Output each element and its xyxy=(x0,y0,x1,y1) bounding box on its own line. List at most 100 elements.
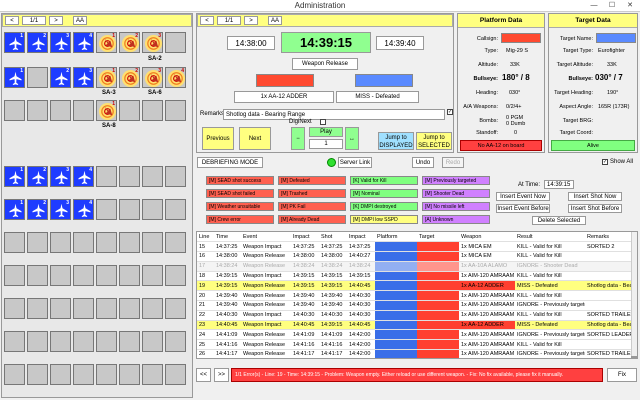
fix-button[interactable]: Fix xyxy=(607,368,637,382)
log-header-cell[interactable]: Target xyxy=(417,232,459,243)
close-button[interactable]: ✕ xyxy=(621,0,639,11)
debriefing-mode-button[interactable]: DEBRIEFING MODE xyxy=(197,157,263,168)
result-flag-button[interactable]: [M] DMPI low SSPD xyxy=(350,215,418,224)
log-row[interactable]: 16 14:38:00 Weapon Release 14:38:00 14:38:00… xyxy=(197,251,631,262)
friendly-aircraft-cell[interactable]: 2 xyxy=(50,67,71,88)
empty-cell[interactable] xyxy=(73,298,94,319)
insert-shot-before-button[interactable]: Insert Shot Before xyxy=(568,204,622,213)
empty-cell[interactable] xyxy=(50,265,71,286)
result-flag-button[interactable]: [M] Previously targeted xyxy=(422,176,490,185)
log-row[interactable]: 25 14:41:16 Weapon Release 14:41:16 14:41:16… xyxy=(197,339,631,351)
log-header-cell[interactable]: Platform xyxy=(375,232,417,243)
log-header-cell[interactable]: Line xyxy=(197,232,214,243)
play-speed-input[interactable]: 1 xyxy=(309,139,343,149)
show-all-checkbox[interactable]: ✓ xyxy=(602,159,608,165)
empty-cell[interactable] xyxy=(27,67,48,88)
friendly-aircraft-cell[interactable]: 3 xyxy=(50,32,71,53)
empty-cell[interactable] xyxy=(119,364,140,385)
empty-cell[interactable] xyxy=(27,364,48,385)
empty-cell[interactable] xyxy=(73,232,94,253)
empty-cell[interactable] xyxy=(27,298,48,319)
minus-button[interactable]: − xyxy=(291,127,305,150)
log-header-cell[interactable]: Impact xyxy=(347,232,375,243)
result-flag-button[interactable]: [K] DMPI destroyed xyxy=(350,202,418,211)
friendly-aircraft-cell[interactable]: 1 xyxy=(4,199,25,220)
log-header-cell[interactable]: Result xyxy=(515,232,585,243)
empty-cell[interactable] xyxy=(73,364,94,385)
sam-site-cell[interactable]: 1 xyxy=(96,100,117,121)
log-row[interactable]: 23 14:40:45 Weapon Impact 14:40:45 14:39:15 1… xyxy=(197,320,631,331)
empty-cell[interactable] xyxy=(96,298,117,319)
result-flag-button[interactable]: [M] SEAD shot success xyxy=(206,176,274,185)
empty-cell[interactable] xyxy=(50,364,71,385)
friendly-aircraft-cell[interactable]: 1 xyxy=(4,166,25,187)
remarks-check-icon[interactable]: ✓ xyxy=(447,109,453,115)
log-scrollbar[interactable] xyxy=(631,232,637,358)
log-row[interactable]: 24 14:41:09 Weapon Release 14:41:09 14:41:09… xyxy=(197,329,631,341)
empty-cell[interactable] xyxy=(142,364,163,385)
log-row[interactable]: 15 14:37:25 Weapon Impact 14:37:25 14:37:25 1… xyxy=(197,241,631,253)
mid-next-button[interactable]: > xyxy=(244,16,258,25)
friendly-aircraft-cell[interactable]: 4 xyxy=(73,32,94,53)
jump-displayed-button[interactable]: Jump to DISPLAYED xyxy=(378,132,414,150)
result-flag-button[interactable]: [M] PK Fail xyxy=(278,202,346,211)
previous-button[interactable]: Previous xyxy=(202,127,234,150)
empty-cell[interactable] xyxy=(27,232,48,253)
empty-cell[interactable] xyxy=(165,166,186,187)
next-button[interactable]: Next xyxy=(239,127,271,150)
log-header-cell[interactable]: Remarks xyxy=(585,232,631,243)
log-scrollbar-thumb[interactable] xyxy=(631,356,637,358)
empty-cell[interactable] xyxy=(119,100,140,121)
empty-cell[interactable] xyxy=(119,298,140,319)
empty-cell[interactable] xyxy=(142,265,163,286)
empty-cell[interactable] xyxy=(50,100,71,121)
friendly-aircraft-cell[interactable]: 3 xyxy=(50,166,71,187)
result-flag-button[interactable]: [M] Shooter Dead xyxy=(422,189,490,198)
empty-cell[interactable] xyxy=(50,298,71,319)
empty-cell[interactable] xyxy=(165,100,186,121)
delete-selected-button[interactable]: Delete Selected xyxy=(532,216,586,225)
log-header-cell[interactable]: Shot xyxy=(319,232,347,243)
log-row[interactable]: 20 14:39:40 Weapon Release 14:39:40 14:39:40… xyxy=(197,290,631,302)
log-row[interactable]: 26 14:41:17 Weapon Release 14:41:17 14:41:17… xyxy=(197,349,631,358)
result-flag-button[interactable]: [M] Weather unsuitable xyxy=(206,202,274,211)
diginext-checkbox[interactable] xyxy=(320,119,326,125)
empty-cell[interactable] xyxy=(27,331,48,352)
empty-cell[interactable] xyxy=(119,331,140,352)
result-flag-button[interactable]: [A] Unknown xyxy=(422,215,490,224)
friendly-aircraft-cell[interactable]: 4 xyxy=(73,166,94,187)
empty-cell[interactable] xyxy=(4,331,25,352)
friendly-aircraft-cell[interactable]: 2 xyxy=(27,32,48,53)
result-flag-button[interactable]: [M] Already Dead xyxy=(278,215,346,224)
friendly-aircraft-cell[interactable]: 1 xyxy=(4,32,25,53)
friendly-aircraft-cell[interactable]: 4 xyxy=(73,199,94,220)
result-flag-button[interactable]: [M] Trashed xyxy=(278,189,346,198)
sam-site-cell[interactable]: 1 xyxy=(96,67,117,88)
server-link-button[interactable]: Server Link xyxy=(338,157,372,168)
maximize-button[interactable]: ☐ xyxy=(603,0,621,11)
empty-cell[interactable] xyxy=(165,232,186,253)
empty-cell[interactable] xyxy=(96,232,117,253)
empty-cell[interactable] xyxy=(96,265,117,286)
remarks-input[interactable]: Shotlog data - Bearing Range xyxy=(223,109,445,120)
left-prev-button[interactable]: < xyxy=(5,16,19,25)
insert-shot-now-button[interactable]: Insert Shot Now xyxy=(568,192,622,201)
empty-cell[interactable] xyxy=(119,232,140,253)
bottom-next-button[interactable]: >> xyxy=(214,368,229,382)
empty-cell[interactable] xyxy=(142,199,163,220)
friendly-aircraft-cell[interactable]: 3 xyxy=(50,199,71,220)
minimize-button[interactable]: — xyxy=(585,0,603,11)
bottom-prev-button[interactable]: << xyxy=(196,368,211,382)
log-row[interactable]: 21 14:39:40 Weapon Release 14:39:40 14:39:40… xyxy=(197,300,631,311)
empty-cell[interactable] xyxy=(96,364,117,385)
result-flag-button[interactable]: [M] Nominal xyxy=(350,189,418,198)
log-header-cell[interactable]: Event xyxy=(241,232,291,243)
jump-selected-button[interactable]: Jump to SELECTED xyxy=(416,132,452,150)
empty-cell[interactable] xyxy=(165,265,186,286)
empty-cell[interactable] xyxy=(73,100,94,121)
result-flag-button[interactable]: [M] SEAD shot failed xyxy=(206,189,274,198)
sam-site-cell[interactable]: 2 xyxy=(119,32,140,53)
friendly-aircraft-cell[interactable]: 1 xyxy=(4,67,25,88)
left-next-button[interactable]: > xyxy=(49,16,63,25)
empty-cell[interactable] xyxy=(165,32,186,53)
